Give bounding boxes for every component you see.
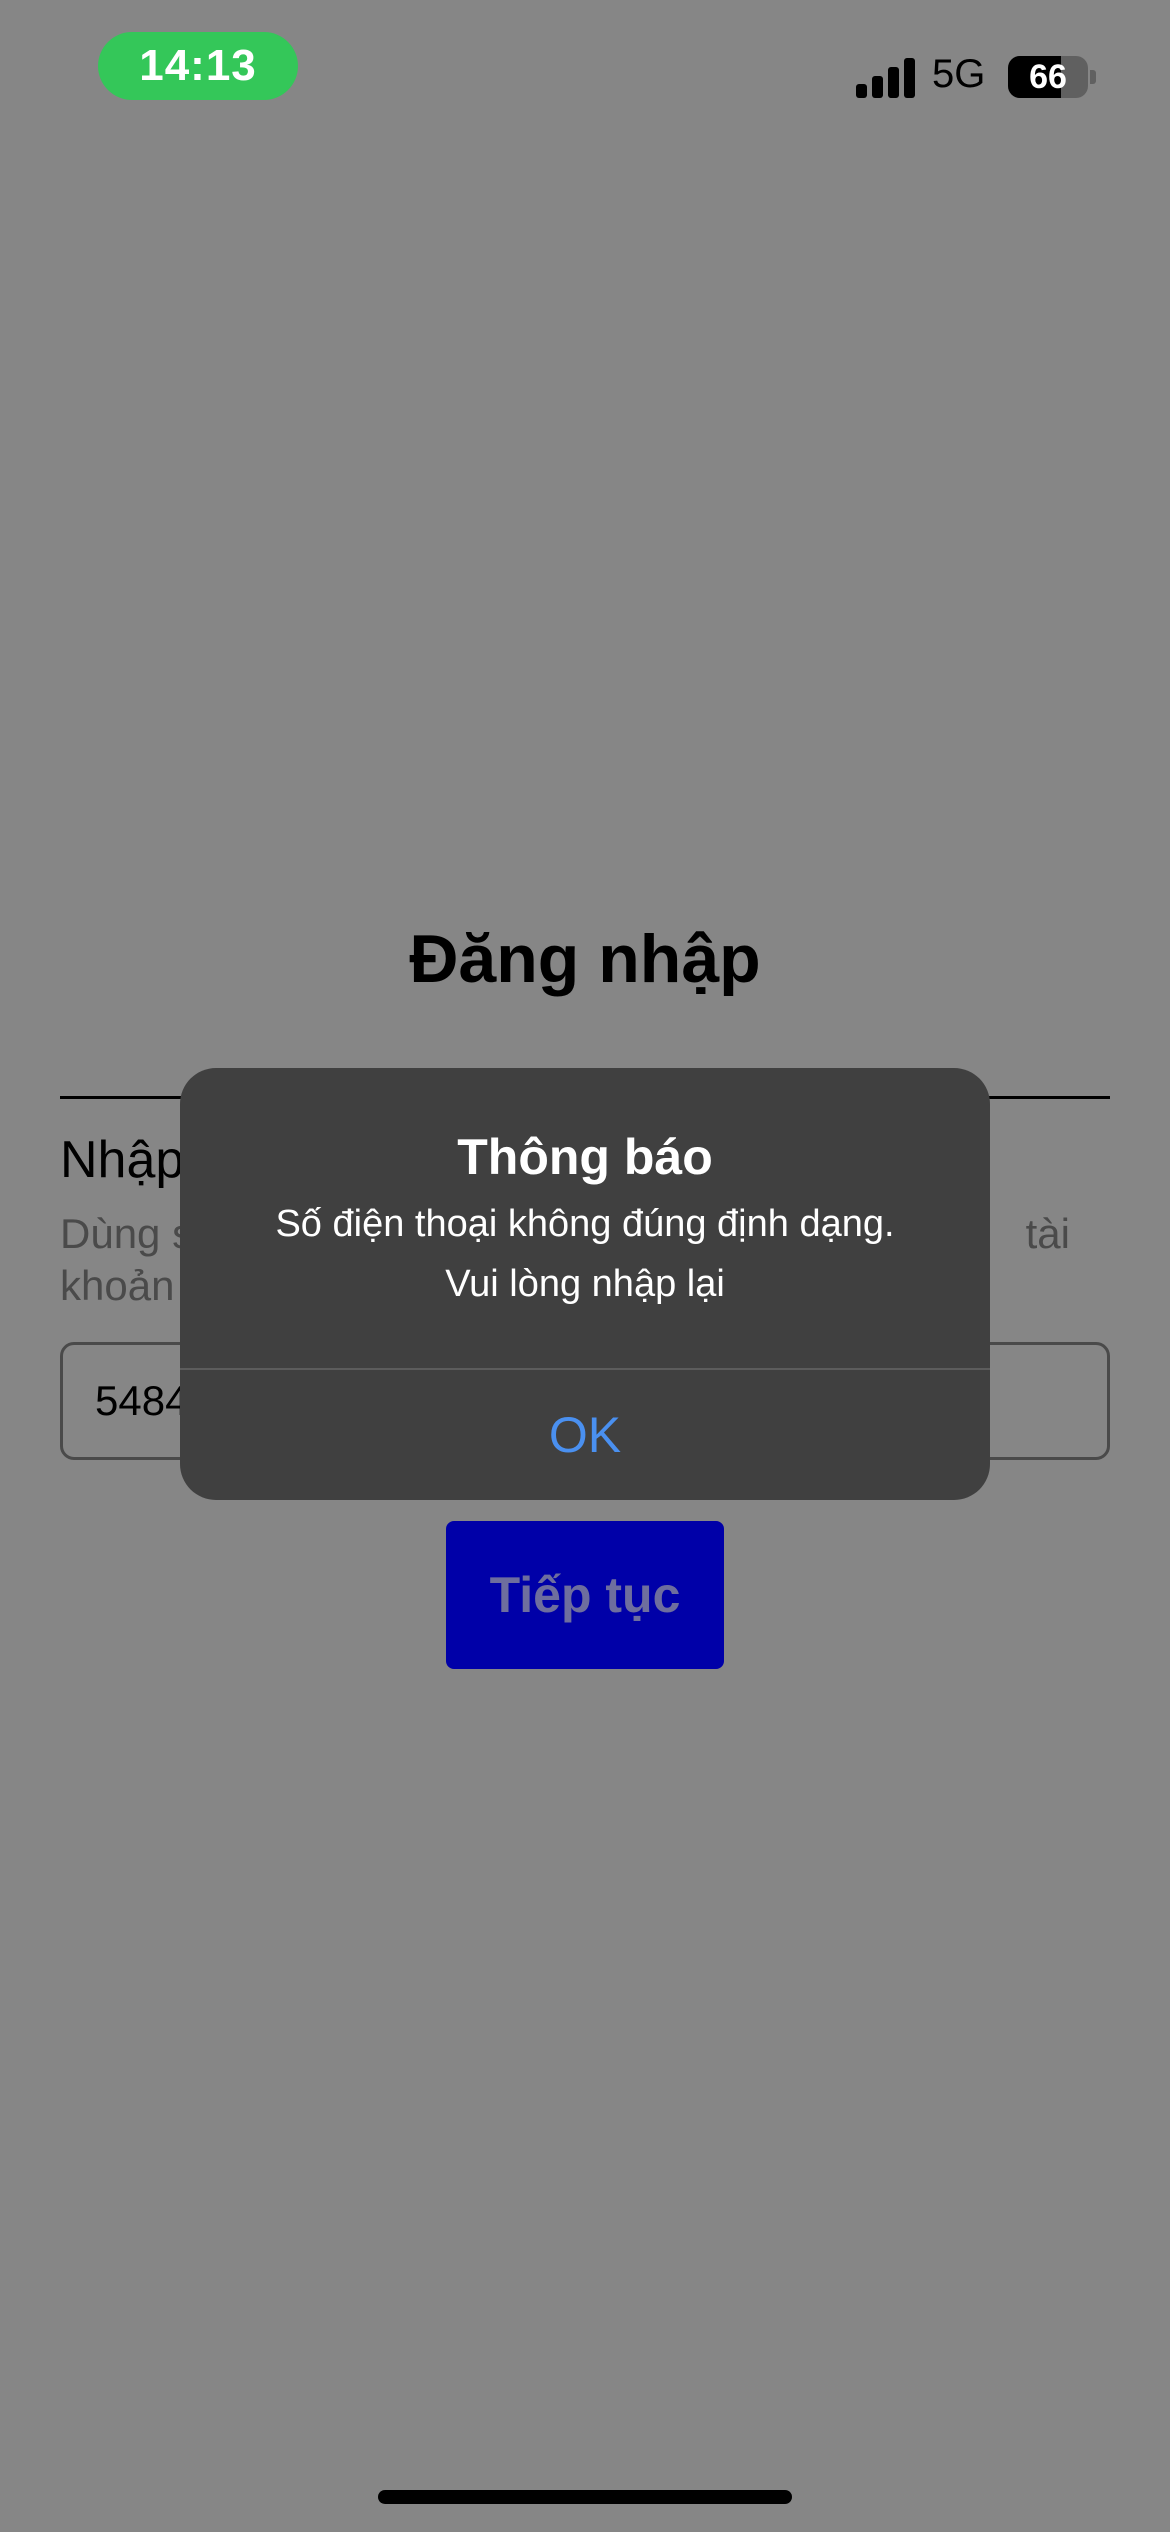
alert-title: Thông báo [457,1129,713,1185]
home-indicator[interactable] [378,2490,792,2504]
network-type: 5G [932,52,986,96]
signal-bars-icon [856,56,916,98]
battery-icon: 66 [1008,56,1088,98]
page-title: Đăng nhập [409,921,761,997]
alert-dialog: Thông báo Số điện thoại không đúng định … [180,1068,990,1500]
status-time[interactable]: 14:13 [98,32,298,100]
alert-message-line1: Số điện thoại không đúng định dạng. [275,1203,895,1245]
phone-number-value: 5484 [95,1377,189,1424]
section-heading: Nhập [60,1131,185,1189]
status-bar: 14:13 5G 66 [0,0,1170,140]
battery-cap [1090,70,1096,84]
alert-message-line2: Vui lòng nhập lại [445,1263,725,1305]
alert-ok-button[interactable]: OK [180,1370,990,1500]
section-description-start: Dùng s [60,1210,194,1257]
continue-button[interactable]: Tiếp tục [446,1521,724,1669]
alert-message: Số điện thoại không đúng định dạng. Vui … [210,1194,960,1314]
section-description-end: tài [1025,1210,1070,1257]
battery-level: 66 [1029,57,1067,96]
